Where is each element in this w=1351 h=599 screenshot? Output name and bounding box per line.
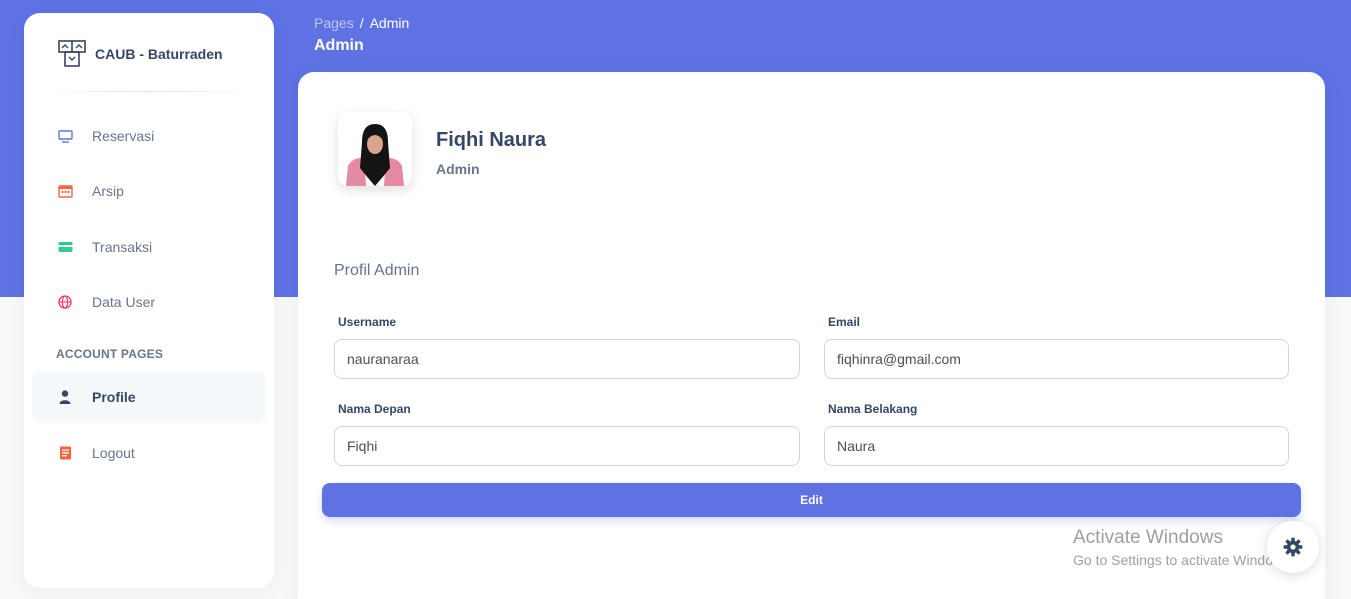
sidebar: CAUB - Baturraden Reservasi Arsip Transa… xyxy=(24,13,274,588)
last-name-label: Nama Belakang xyxy=(828,402,918,416)
email-field[interactable] xyxy=(824,339,1289,379)
breadcrumb-separator: / xyxy=(359,15,364,31)
monitor-icon xyxy=(57,128,73,144)
sidebar-item-data-user[interactable]: Data User xyxy=(32,276,266,328)
sidebar-item-label: Arsip xyxy=(92,183,124,199)
credit-card-icon xyxy=(57,239,73,255)
settings-button[interactable] xyxy=(1267,521,1319,573)
avatar-image xyxy=(338,112,412,186)
user-icon xyxy=(57,389,73,405)
brand[interactable]: CAUB - Baturraden xyxy=(57,39,223,69)
brand-divider xyxy=(40,91,258,92)
user-name: Fiqhi Naura xyxy=(436,129,547,151)
globe-icon xyxy=(57,294,73,310)
activation-watermark-subtitle: Go to Settings to activate Windows. xyxy=(1073,552,1294,568)
brand-name: CAUB - Baturraden xyxy=(95,46,223,62)
email-label: Email xyxy=(828,315,861,329)
section-title: Profil Admin xyxy=(334,262,420,279)
profile-card: Fiqhi Naura Admin Profil Admin Username … xyxy=(298,72,1325,599)
user-role: Admin xyxy=(436,161,480,177)
sidebar-item-label: Reservasi xyxy=(92,128,155,144)
document-icon xyxy=(57,445,73,461)
section-heading-account: ACCOUNT PAGES xyxy=(56,347,164,361)
sidebar-item-label: Logout xyxy=(92,445,135,461)
gear-icon xyxy=(1283,537,1303,557)
first-name-label: Nama Depan xyxy=(338,402,411,416)
avatar xyxy=(338,112,412,186)
sidebar-item-logout[interactable]: Logout xyxy=(32,427,266,479)
sidebar-item-label: Data User xyxy=(92,294,156,310)
activation-watermark-title: Activate Windows xyxy=(1073,527,1223,548)
sidebar-item-reservasi[interactable]: Reservasi xyxy=(32,110,266,162)
sidebar-item-label: Transaksi xyxy=(92,239,153,255)
edit-button[interactable]: Edit xyxy=(322,483,1301,517)
sidebar-item-label: Profile xyxy=(92,389,136,405)
last-name-field[interactable] xyxy=(824,426,1289,466)
username-label: Username xyxy=(338,315,397,329)
calendar-icon xyxy=(57,183,73,199)
building-logo-icon xyxy=(58,40,86,67)
username-field[interactable] xyxy=(334,339,800,379)
sidebar-item-transaksi[interactable]: Transaksi xyxy=(32,221,266,273)
breadcrumb-current: Admin xyxy=(369,15,410,31)
breadcrumb-root[interactable]: Pages xyxy=(314,15,354,31)
sidebar-item-arsip[interactable]: Arsip xyxy=(32,165,266,217)
page-title: Admin xyxy=(314,37,364,54)
first-name-field[interactable] xyxy=(334,426,800,466)
sidebar-item-profile[interactable]: Profile xyxy=(32,371,266,423)
breadcrumb: Pages / Admin xyxy=(314,15,409,31)
